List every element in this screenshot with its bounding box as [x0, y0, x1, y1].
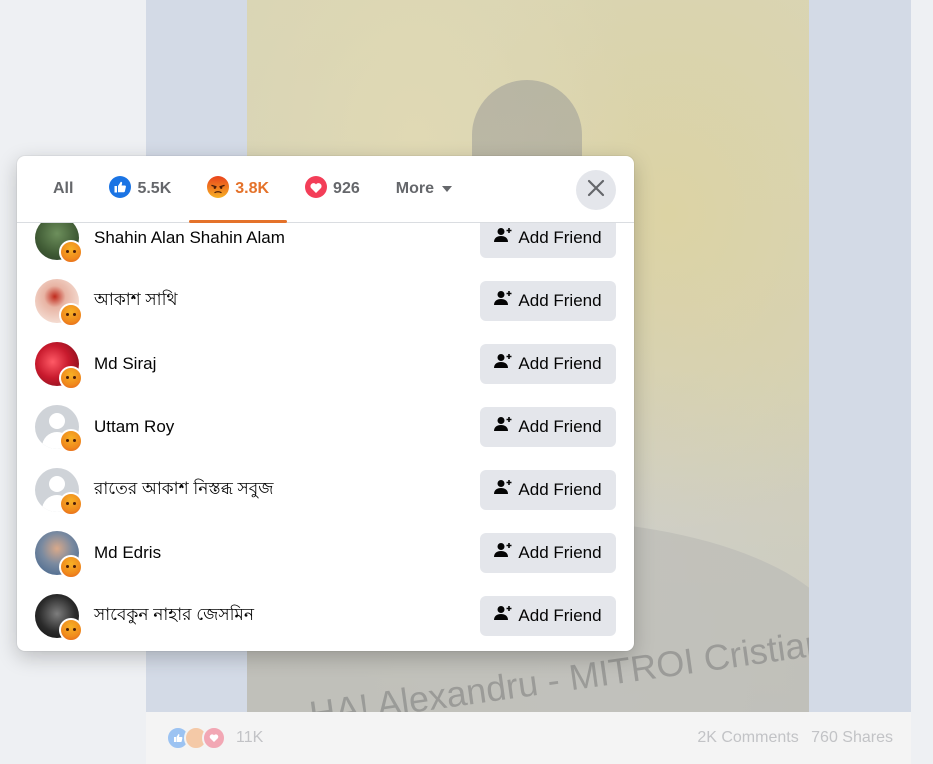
add-friend-label: Add Friend — [518, 542, 602, 562]
reaction-summary-icons[interactable] — [166, 726, 226, 750]
angry-icon — [59, 554, 83, 579]
tab-angry-count: 3.8K — [235, 180, 270, 197]
reactions-dialog: All 5.5K 3.8K 926 More Shahin Alan Shahi… — [17, 156, 634, 651]
tab-like-count: 5.5K — [137, 180, 172, 197]
add-friend-icon — [494, 290, 512, 311]
tab-like[interactable]: 5.5K — [91, 156, 189, 222]
angry-icon — [59, 428, 83, 453]
tab-more[interactable]: More — [378, 156, 470, 222]
close-button[interactable] — [576, 170, 616, 210]
avatar[interactable] — [35, 467, 83, 516]
person-name[interactable]: রাতের আকাশ নিস্তব্ধ সবুজ — [94, 476, 273, 504]
tab-all-label: All — [53, 180, 74, 197]
reaction-tabs: All 5.5K 3.8K 926 More — [17, 156, 634, 223]
add-friend-icon — [494, 479, 512, 500]
tab-all[interactable]: All — [17, 156, 91, 222]
add-friend-label: Add Friend — [518, 227, 602, 247]
add-friend-icon — [494, 542, 512, 563]
post-reaction-bar: 11K 2K Comments 760 Shares — [146, 712, 911, 764]
tab-angry[interactable]: 3.8K — [189, 156, 287, 223]
list-item: Uttam Roy Add Friend — [17, 395, 634, 458]
list-item: Md Siraj Add Friend — [17, 332, 634, 395]
person-name[interactable]: Shahin Alan Shahin Alam — [94, 228, 285, 248]
list-item: আকাশ সাথি Add Friend — [17, 269, 634, 332]
angry-icon — [59, 617, 83, 642]
angry-icon — [59, 302, 83, 327]
avatar[interactable] — [35, 530, 83, 579]
avatar[interactable] — [35, 341, 83, 390]
angry-icon — [59, 239, 83, 264]
list-item: রাতের আকাশ নিস্তব্ধ সবুজ Add Friend — [17, 458, 634, 521]
shares-count[interactable]: 760 Shares — [811, 729, 893, 746]
list-item: Shahin Alan Shahin Alam Add Friend — [17, 223, 634, 269]
add-friend-button[interactable]: Add Friend — [480, 223, 616, 258]
add-friend-button[interactable]: Add Friend — [480, 469, 616, 510]
add-friend-button[interactable]: Add Friend — [480, 406, 616, 447]
reaction-count[interactable]: 11K — [236, 729, 263, 747]
add-friend-label: Add Friend — [518, 605, 602, 625]
angry-icon — [59, 491, 83, 516]
angry-icon — [207, 175, 230, 203]
add-friend-button[interactable]: Add Friend — [480, 532, 616, 573]
comments-count[interactable]: 2K Comments — [697, 729, 798, 746]
add-friend-label: Add Friend — [518, 479, 602, 499]
avatar[interactable] — [35, 278, 83, 327]
avatar[interactable] — [35, 593, 83, 642]
person-name[interactable]: সাবেকুন নাহার জেসমিন — [94, 602, 254, 630]
avatar[interactable] — [35, 404, 83, 453]
tab-love-count: 926 — [333, 180, 360, 197]
list-item: Md Edris Add Friend — [17, 521, 634, 584]
close-icon — [587, 179, 605, 202]
add-friend-icon — [494, 227, 512, 248]
add-friend-button[interactable]: Add Friend — [480, 343, 616, 384]
love-icon — [202, 726, 226, 750]
reactor-list[interactable]: Shahin Alan Shahin Alam Add Friend আকাশ … — [17, 223, 634, 651]
add-friend-label: Add Friend — [518, 416, 602, 436]
list-item: সাবেকুন নাহার জেসমিন Add Friend — [17, 584, 634, 647]
person-name[interactable]: Md Siraj — [94, 354, 156, 374]
add-friend-icon — [494, 416, 512, 437]
like-icon — [109, 175, 132, 203]
caret-down-icon — [441, 184, 452, 195]
add-friend-label: Add Friend — [518, 353, 602, 373]
tab-love[interactable]: 926 — [287, 156, 378, 222]
person-name[interactable]: আকাশ সাথি — [94, 287, 177, 315]
add-friend-button[interactable]: Add Friend — [480, 280, 616, 321]
add-friend-button[interactable]: Add Friend — [480, 595, 616, 636]
person-name[interactable]: Uttam Roy — [94, 417, 174, 437]
angry-icon — [59, 365, 83, 390]
avatar[interactable] — [35, 223, 83, 264]
tab-more-label: More — [395, 180, 434, 197]
add-friend-icon — [494, 353, 512, 374]
person-name[interactable]: Md Edris — [94, 543, 161, 563]
add-friend-icon — [494, 605, 512, 626]
love-icon — [305, 175, 328, 203]
add-friend-label: Add Friend — [518, 290, 602, 310]
